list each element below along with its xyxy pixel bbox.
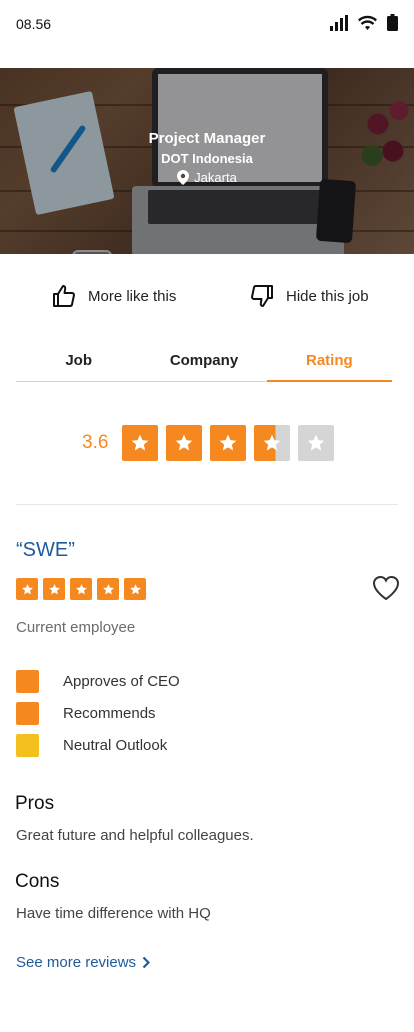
indicator-recommends: Recommends xyxy=(16,697,180,729)
pros-heading: Pros xyxy=(15,793,55,814)
thumbs-up-icon xyxy=(53,285,75,307)
job-hero-image: Project Manager DOT Indonesia Jakarta xyxy=(0,68,414,254)
review-star xyxy=(16,578,38,600)
review-stars xyxy=(16,578,146,600)
tab-bar: Job Company Rating xyxy=(16,344,392,382)
signal-icon xyxy=(330,15,348,31)
job-header: Project Manager DOT Indonesia Jakarta xyxy=(0,130,414,190)
star-icon xyxy=(131,434,149,451)
more-like-this-label: More like this xyxy=(88,287,177,305)
indicator-swatch xyxy=(16,733,39,757)
rating-star xyxy=(254,425,290,461)
job-location: Jakarta xyxy=(177,170,237,185)
location-pin-icon xyxy=(177,170,190,185)
rating-stars xyxy=(122,425,334,461)
rating-value: 3.6 xyxy=(82,432,109,453)
hide-this-job-label: Hide this job xyxy=(286,287,369,305)
review-star xyxy=(97,578,119,600)
star-icon xyxy=(219,434,237,451)
star-icon xyxy=(75,583,87,594)
star-icon xyxy=(48,583,60,594)
pros-text: Great future and helpful colleagues. xyxy=(16,827,254,844)
indicator-swatch xyxy=(16,669,39,693)
section-divider xyxy=(16,504,398,505)
review-indicators: Approves of CEO Recommends Neutral Outlo… xyxy=(16,665,180,761)
heart-icon[interactable] xyxy=(372,575,400,601)
rating-star xyxy=(298,425,334,461)
star-icon xyxy=(102,583,114,594)
star-icon xyxy=(307,434,325,451)
overall-rating: 3.6 xyxy=(82,425,334,461)
indicator-label: Approves of CEO xyxy=(63,672,180,690)
job-title: Project Manager xyxy=(148,130,266,147)
job-actions: More like this Hide this job xyxy=(0,284,414,314)
rating-star xyxy=(166,425,202,461)
see-more-label: See more reviews xyxy=(16,954,137,971)
review-title: “SWE” xyxy=(16,539,75,561)
wifi-icon xyxy=(358,15,377,30)
indicator-swatch xyxy=(16,701,39,725)
tab-job[interactable]: Job xyxy=(16,344,141,381)
tab-company[interactable]: Company xyxy=(141,344,266,381)
rating-star xyxy=(122,425,158,461)
review-star xyxy=(124,578,146,600)
thumbs-down-icon xyxy=(251,285,273,307)
status-icons xyxy=(330,14,398,31)
status-bar: 08.56 xyxy=(0,0,414,48)
status-time: 08.56 xyxy=(16,16,52,32)
see-more-reviews-link[interactable]: See more reviews xyxy=(16,954,151,971)
cons-text: Have time difference with HQ xyxy=(16,905,211,922)
star-icon xyxy=(175,434,193,451)
indicator-outlook: Neutral Outlook xyxy=(16,729,180,761)
location-label: Jakarta xyxy=(194,170,237,185)
battery-icon xyxy=(387,14,398,31)
star-icon xyxy=(129,583,141,594)
review-star xyxy=(70,578,92,600)
tab-rating[interactable]: Rating xyxy=(266,344,392,382)
rating-star xyxy=(210,425,246,461)
indicator-approves-ceo: Approves of CEO xyxy=(16,665,180,697)
chevron-right-icon xyxy=(142,956,151,969)
company-name: DOT Indonesia xyxy=(161,151,253,166)
indicator-label: Neutral Outlook xyxy=(63,736,168,754)
indicator-label: Recommends xyxy=(63,704,156,722)
star-icon xyxy=(263,434,281,451)
review-star xyxy=(43,578,65,600)
cons-heading: Cons xyxy=(15,871,60,892)
star-icon xyxy=(21,583,33,594)
reviewer-status: Current employee xyxy=(16,619,136,636)
more-like-this-button[interactable]: More like this xyxy=(52,284,176,308)
hide-this-job-button[interactable]: Hide this job xyxy=(250,284,369,308)
